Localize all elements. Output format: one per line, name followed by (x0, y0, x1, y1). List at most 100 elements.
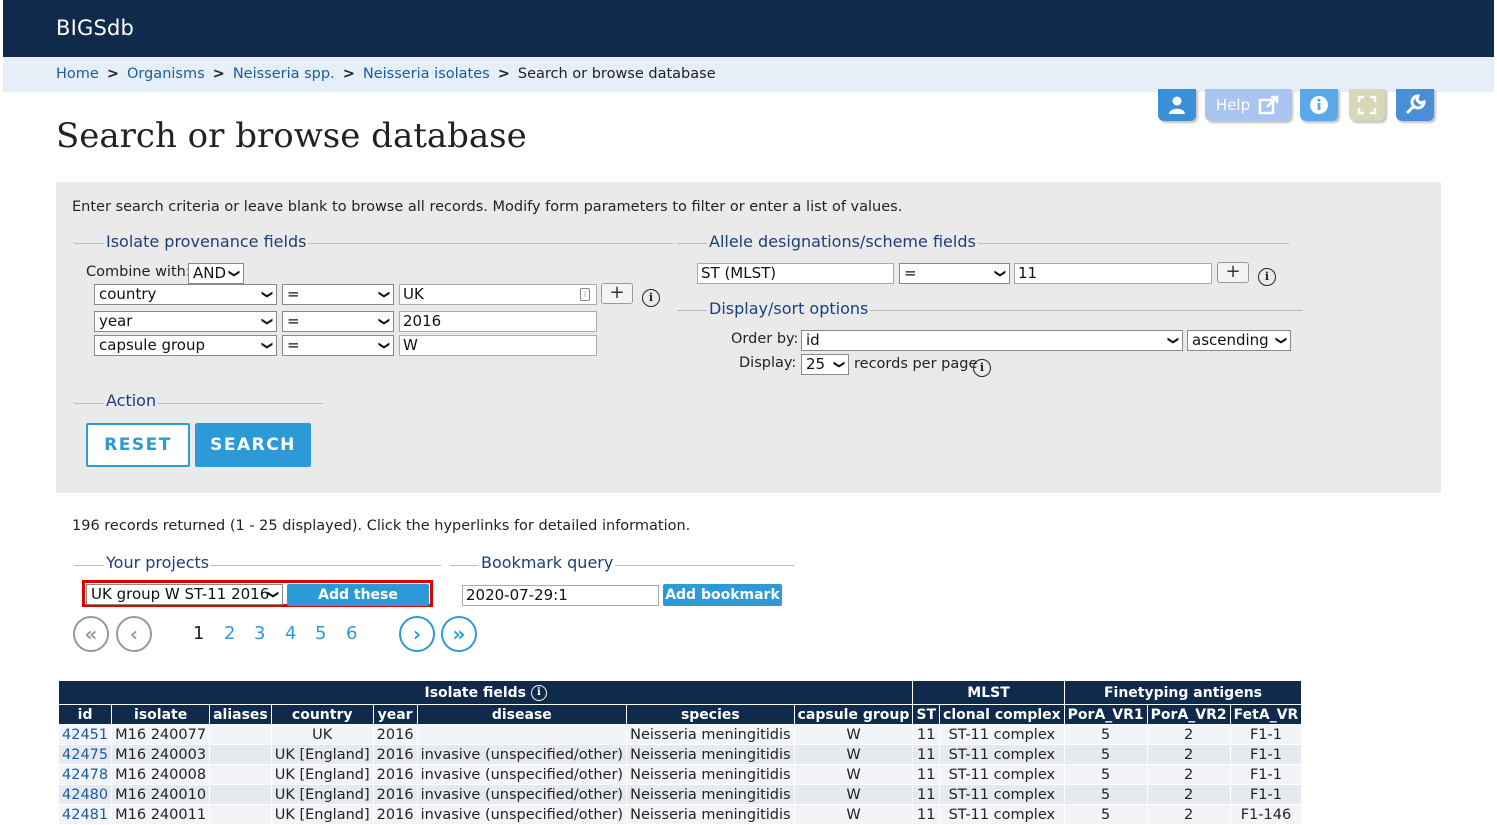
provenance-value-input-2[interactable]: 2016 (399, 311, 597, 332)
table-cell: ST-11 complex (939, 764, 1065, 785)
column-header[interactable]: ST (912, 704, 941, 725)
add-allele-row-button[interactable]: + (1217, 262, 1249, 283)
brand-title[interactable]: BIGSdb (56, 16, 134, 40)
column-header[interactable]: aliases (209, 704, 272, 725)
table-cell: F1-1 (1229, 744, 1303, 765)
provenance-info-icon[interactable]: i (642, 289, 660, 307)
last-page-button[interactable]: » (441, 616, 477, 652)
allele-value-input[interactable]: 11 (1014, 263, 1212, 284)
sort-direction-select[interactable]: ascending ❯ (1187, 330, 1291, 351)
isolate-id-link[interactable]: 42480 (62, 787, 108, 803)
prev-page-button[interactable]: ‹ (116, 616, 152, 652)
isolate-id-link[interactable]: 42451 (62, 727, 108, 743)
table-cell: 2 (1146, 724, 1231, 745)
action-legend: Action (104, 391, 159, 410)
chevron-down-icon: ❯ (227, 268, 241, 279)
table-cell: Neisseria meningitidis (626, 764, 795, 785)
provenance-operator-select-1[interactable]: = ❯ (282, 284, 394, 305)
table-cell: 5 (1063, 784, 1148, 805)
isolate-id-link[interactable]: 42475 (62, 747, 108, 763)
provenance-value-input-1[interactable]: UK ⁝ (399, 284, 597, 305)
column-header[interactable]: isolate (111, 704, 211, 725)
search-button[interactable]: SEARCH (195, 423, 311, 467)
table-cell: F1-146 (1229, 804, 1303, 825)
reset-button[interactable]: RESET (86, 423, 190, 467)
add-bookmark-button[interactable]: Add bookmark (663, 584, 782, 606)
plus-icon: + (609, 282, 625, 303)
group-header-mlst: MLST (912, 680, 1065, 705)
display-info-icon[interactable]: i (973, 359, 991, 377)
table-cell: Neisseria meningitidis (626, 744, 795, 765)
display-legend: Display/sort options (707, 299, 871, 318)
breadcrumb-neisseria-spp[interactable]: Neisseria spp. (233, 66, 335, 82)
breadcrumb-organisms[interactable]: Organisms (127, 66, 205, 82)
provenance-value-input-3[interactable]: W (399, 335, 597, 356)
column-header[interactable]: disease (416, 704, 628, 725)
info-button[interactable] (1300, 89, 1338, 121)
next-page-button[interactable]: › (399, 616, 435, 652)
group-label: Isolate fields (424, 684, 527, 701)
records-per-page-select[interactable]: 25 ❯ (801, 354, 849, 375)
chevron-down-icon: ❯ (1274, 335, 1288, 346)
isolate-id-link[interactable]: 42481 (62, 807, 108, 823)
table-cell (209, 724, 272, 745)
table-cell: 11 (912, 804, 941, 825)
page-4[interactable]: 4 (285, 623, 296, 644)
breadcrumb-home[interactable]: Home (56, 66, 99, 82)
add-records-button[interactable]: Add these records (287, 584, 429, 625)
allele-field-value: ST (MLST) (701, 264, 777, 282)
group-header-isolate-fields: Isolate fields i (57, 680, 914, 705)
table-cell: Neisseria meningitidis (626, 804, 795, 825)
order-by-select[interactable]: id ❯ (801, 330, 1183, 351)
first-page-button[interactable]: « (73, 616, 109, 652)
tools-button[interactable] (1396, 89, 1434, 121)
input-value: 11 (1018, 264, 1038, 282)
info-icon[interactable]: i (530, 684, 547, 701)
user-button[interactable] (1158, 89, 1196, 121)
column-header[interactable]: PorA_VR1 (1063, 704, 1148, 725)
table-cell: F1-1 (1229, 784, 1303, 805)
column-header[interactable]: species (626, 704, 795, 725)
page-6[interactable]: 6 (346, 623, 357, 644)
breadcrumb-separator: > (212, 66, 225, 82)
column-header[interactable]: PorA_VR2 (1146, 704, 1231, 725)
column-header[interactable]: year (372, 704, 418, 725)
combine-select[interactable]: AND ❯ (188, 263, 244, 284)
page-2[interactable]: 2 (224, 623, 235, 644)
table-cell: Neisseria meningitidis (626, 724, 795, 745)
allele-operator-select[interactable]: = ❯ (899, 263, 1010, 284)
allele-info-icon[interactable]: i (1258, 268, 1276, 286)
column-header[interactable]: capsule group (793, 704, 914, 725)
help-button[interactable]: Help (1205, 89, 1291, 121)
column-header[interactable]: id (57, 704, 113, 725)
page-3[interactable]: 3 (254, 623, 265, 644)
external-link-icon (1258, 95, 1279, 115)
breadcrumb: Home > Organisms > Neisseria spp. > Neisseria … (3, 57, 1494, 92)
column-header[interactable]: clonal complex (939, 704, 1065, 725)
breadcrumb-neisseria-isolates[interactable]: Neisseria isolates (363, 66, 490, 82)
project-select[interactable]: UK group W ST-11 2016 ❯ (86, 584, 283, 605)
table-cell: 11 (912, 784, 941, 805)
table-cell: M16 240008 (111, 764, 211, 785)
provenance-field-select-3[interactable]: capsule group ❯ (94, 335, 277, 356)
bookmark-name-input[interactable]: 2020-07-29:1 (462, 585, 659, 606)
order-by-label: Order by: (731, 331, 799, 347)
expand-button[interactable] (1349, 89, 1385, 121)
allele-field-select[interactable]: ST (MLST) (697, 263, 894, 284)
page-1: 1 (193, 623, 205, 644)
page-5[interactable]: 5 (315, 623, 326, 644)
provenance-operator-select-2[interactable]: = ❯ (282, 311, 394, 332)
plus-icon: + (1225, 261, 1241, 282)
column-header[interactable]: FetA_VR (1229, 704, 1303, 725)
chevron-down-icon: ❯ (266, 589, 280, 600)
isolate-id-link[interactable]: 42478 (62, 767, 108, 783)
provenance-field-select-2[interactable]: year ❯ (94, 311, 277, 332)
provenance-field-select-1[interactable]: country ❯ (94, 284, 277, 305)
provenance-operator-select-3[interactable]: = ❯ (282, 335, 394, 356)
chevron-down-icon: ❯ (832, 359, 846, 370)
table-cell: ST-11 complex (939, 784, 1065, 805)
table-cell: invasive (unspecified/other) (416, 744, 628, 765)
table-cell: UK [England] (270, 764, 374, 785)
column-header[interactable]: country (270, 704, 374, 725)
add-provenance-row-button[interactable]: + (601, 283, 633, 304)
